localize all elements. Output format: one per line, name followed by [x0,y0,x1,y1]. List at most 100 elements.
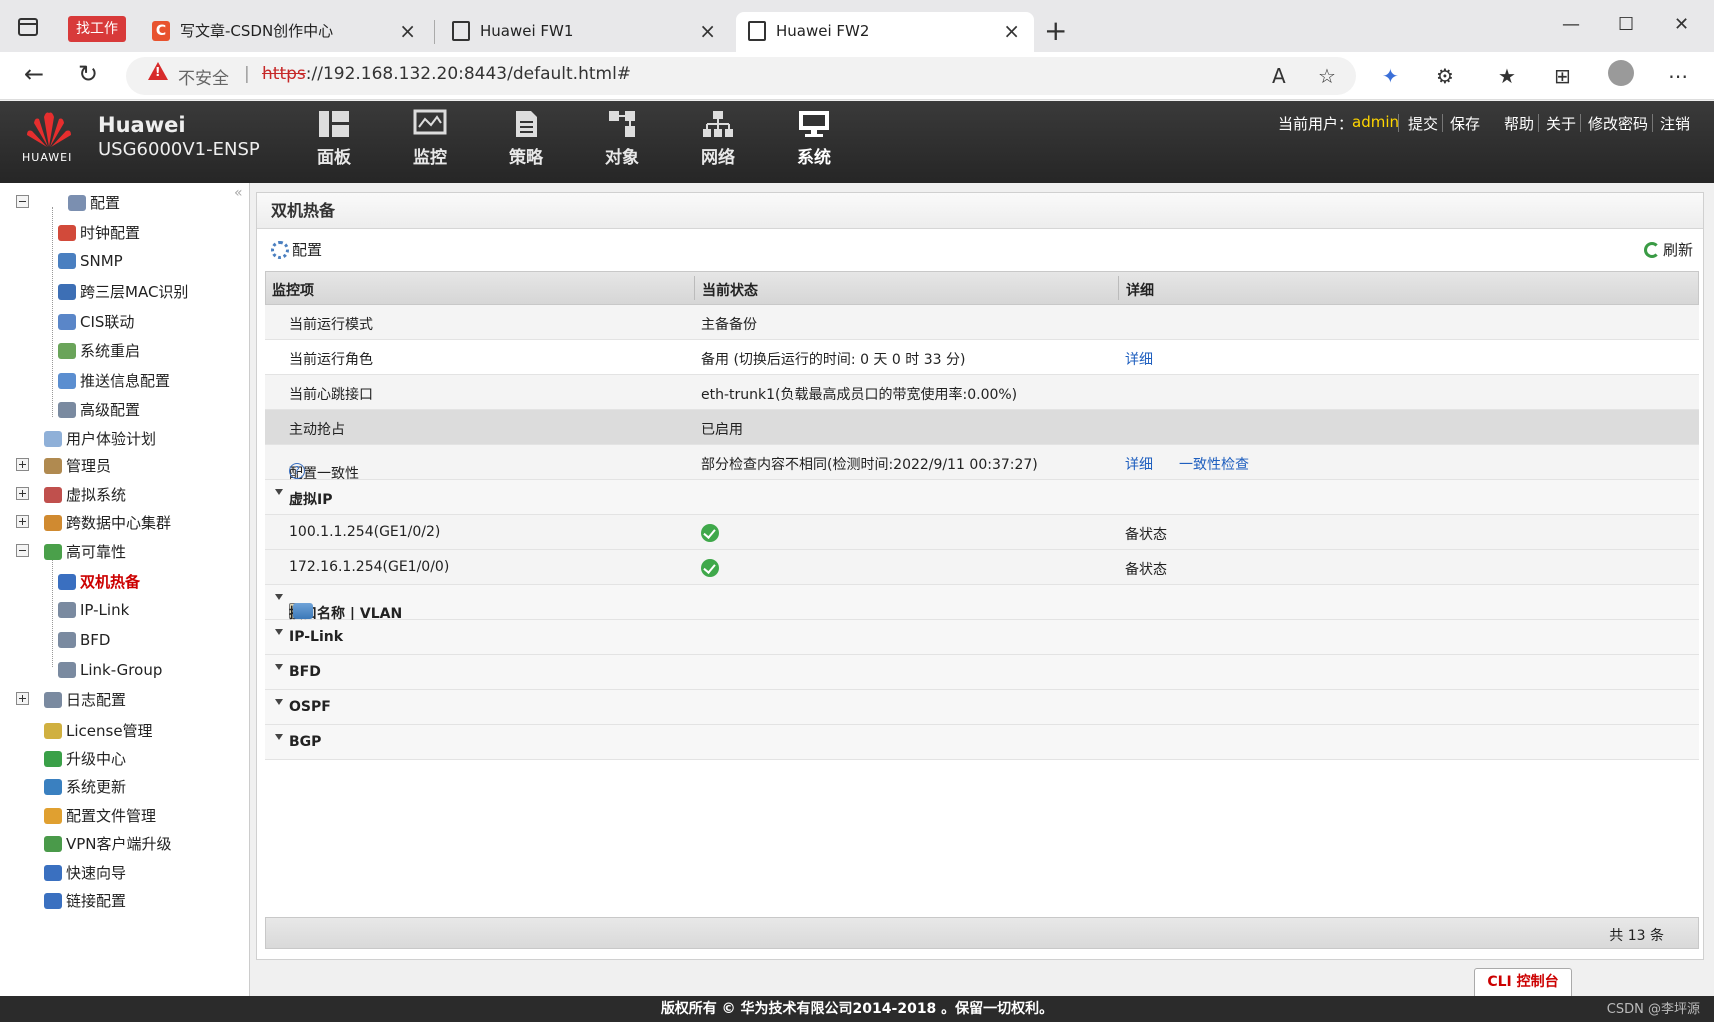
device-model: USG6000V1-ENSP [98,139,260,160]
tab-title: Huawei FW1 [480,22,574,40]
main-panel: 双机热备 配置 刷新 监控项 当前状态 详细 当前运行模式 主备备份 当前运行角… [256,192,1704,960]
vpn-icon [44,836,62,852]
close-icon[interactable]: × [699,12,716,50]
save-link[interactable]: 保存 [1450,113,1480,134]
group-interface-vlan[interactable]: 接口名称 | VLAN [265,585,1699,622]
insecure-label[interactable]: 不安全 [178,64,229,89]
reload-icon[interactable]: ↻ [78,60,98,88]
tab-csdn[interactable]: C 写文章-CSDN创作中心 × [140,12,430,52]
sidebar-item[interactable]: VPN客户端升级 [44,833,172,854]
expand-icon[interactable] [16,515,29,528]
close-icon[interactable]: × [1003,12,1020,50]
help-icon[interactable]: ? [289,463,305,479]
more-icon[interactable]: ⋯ [1668,64,1688,88]
sidebar-item[interactable]: IP-Link [58,601,129,619]
window-close-icon[interactable]: ✕ [1674,14,1689,35]
sidebar-item[interactable]: SNMP [58,252,123,270]
consistency-check-link[interactable]: 一致性检查 [1179,454,1249,474]
detail-link[interactable]: 详细 [1125,349,1153,369]
sidebar-item[interactable]: 管理员 [44,455,111,476]
tab-fw2[interactable]: Huawei FW2 × [736,12,1034,52]
browser-tab-bar: 找工作 C 写文章-CSDN创作中心 × Huawei FW1 × Huawei… [0,0,1714,52]
expand-triangle-icon[interactable] [275,734,283,740]
submit-link[interactable]: 提交 [1408,113,1438,134]
back-icon[interactable]: ← [24,60,44,88]
nav-policy[interactable]: 策略 [496,109,556,168]
expand-icon[interactable] [16,458,29,471]
help-link[interactable]: 帮助 [1504,113,1534,134]
read-aloud-icon[interactable]: A [1272,64,1286,88]
cli-console-button[interactable]: CLI 控制台 [1474,968,1572,996]
current-user-name: admin [1352,113,1399,131]
sidebar-item[interactable]: 双机热备 [58,571,140,592]
group-ospf[interactable]: OSPF [265,690,1699,725]
extension-icon[interactable]: ✦ [1382,64,1399,88]
sidebar-item[interactable]: 高可靠性 [44,541,126,562]
config-button[interactable]: 配置 [271,239,322,260]
close-icon[interactable]: × [399,12,416,50]
sidebar-item[interactable]: 配置文件管理 [44,805,156,826]
expand-icon[interactable] [16,487,29,500]
sidebar-item-label: 快速向导 [66,864,127,882]
maximize-icon[interactable]: ☐ [1618,14,1634,35]
current-user-label: 当前用户： [1278,115,1354,133]
expand-triangle-icon[interactable] [275,629,283,635]
group-virtual-ip[interactable]: 虚拟IP [265,480,1699,515]
sidebar-item[interactable]: 链接配置 [44,890,126,911]
minimize-icon[interactable]: — [1562,14,1580,35]
about-link[interactable]: 关于 [1546,113,1576,134]
nav-object[interactable]: 对象 [592,109,652,168]
expand-triangle-icon[interactable] [275,489,283,495]
sidebar-item[interactable]: 跨数据中心集群 [44,512,171,533]
sidebar-item[interactable]: 跨三层MAC识别 [58,281,188,302]
sidebar-item[interactable]: Link-Group [58,661,162,679]
group-bgp[interactable]: BGP [265,725,1699,760]
sidebar-item[interactable]: License管理 [44,720,153,741]
nav-monitor[interactable]: 监控 [400,109,460,168]
sidebar-item-label: IP-Link [80,601,130,619]
sidebar-item-label: 日志配置 [66,691,127,709]
sidebar-item[interactable]: 系统重启 [58,340,140,361]
favorites-icon[interactable]: ★ [1498,64,1516,88]
sidebar-item[interactable]: 日志配置 [44,689,126,710]
sidebar-item[interactable]: 配置 [68,192,120,213]
sidebar-item[interactable]: 快速向导 [44,862,126,883]
expand-triangle-icon[interactable] [275,594,283,600]
sidebar-item[interactable]: CIS联动 [58,311,134,332]
nav-dashboard[interactable]: 面板 [304,109,364,168]
nav-system[interactable]: 系统 [784,109,844,168]
sidebar-item[interactable]: 升级中心 [44,748,126,769]
work-badge[interactable]: 找工作 [68,16,126,42]
expand-triangle-icon[interactable] [275,699,283,705]
logout-link[interactable]: 注销 [1660,113,1690,134]
sidebar-item[interactable]: BFD [58,631,110,649]
collapse-icon[interactable] [16,195,29,208]
copyright: 版权所有 © 华为技术有限公司2014-2018 。保留一切权利。 [0,996,1714,1022]
collapse-icon[interactable] [16,544,29,557]
sidebar-item[interactable]: 高级配置 [58,399,140,420]
nav-network[interactable]: 网络 [688,109,748,168]
sidebar-item[interactable]: 系统更新 [44,776,126,797]
change-password-link[interactable]: 修改密码 [1588,113,1648,134]
group-ip-link[interactable]: IP-Link [265,620,1699,655]
tab-actions-icon[interactable] [18,18,38,36]
extensions-puzzle-icon[interactable]: ⚙ [1436,64,1454,88]
profile-avatar[interactable] [1608,60,1634,86]
collections-icon[interactable]: ⊞ [1554,64,1571,88]
sidebar-item[interactable]: 用户体验计划 [44,428,156,449]
add-favorite-icon[interactable]: ☆ [1318,64,1336,88]
expand-icon[interactable] [16,692,29,705]
sidebar-item[interactable]: 虚拟系统 [44,484,126,505]
expand-triangle-icon[interactable] [275,664,283,670]
url-text[interactable]: https://192.168.132.20:8443/default.html… [262,64,631,84]
sidebar-item[interactable]: 时钟配置 [58,222,140,243]
refresh-button[interactable]: 刷新 [1643,239,1693,260]
collapse-sidebar-icon[interactable]: « [234,185,243,201]
sidebar-item-label: License管理 [66,722,153,740]
sidebar-item[interactable]: 推送信息配置 [58,370,170,391]
group-bfd[interactable]: BFD [265,655,1699,690]
sidebar-item-label: 配置 [90,194,121,212]
new-tab-icon[interactable]: + [1044,14,1067,47]
tab-fw1[interactable]: Huawei FW1 × [440,12,730,52]
detail-link[interactable]: 详细 [1125,454,1153,474]
